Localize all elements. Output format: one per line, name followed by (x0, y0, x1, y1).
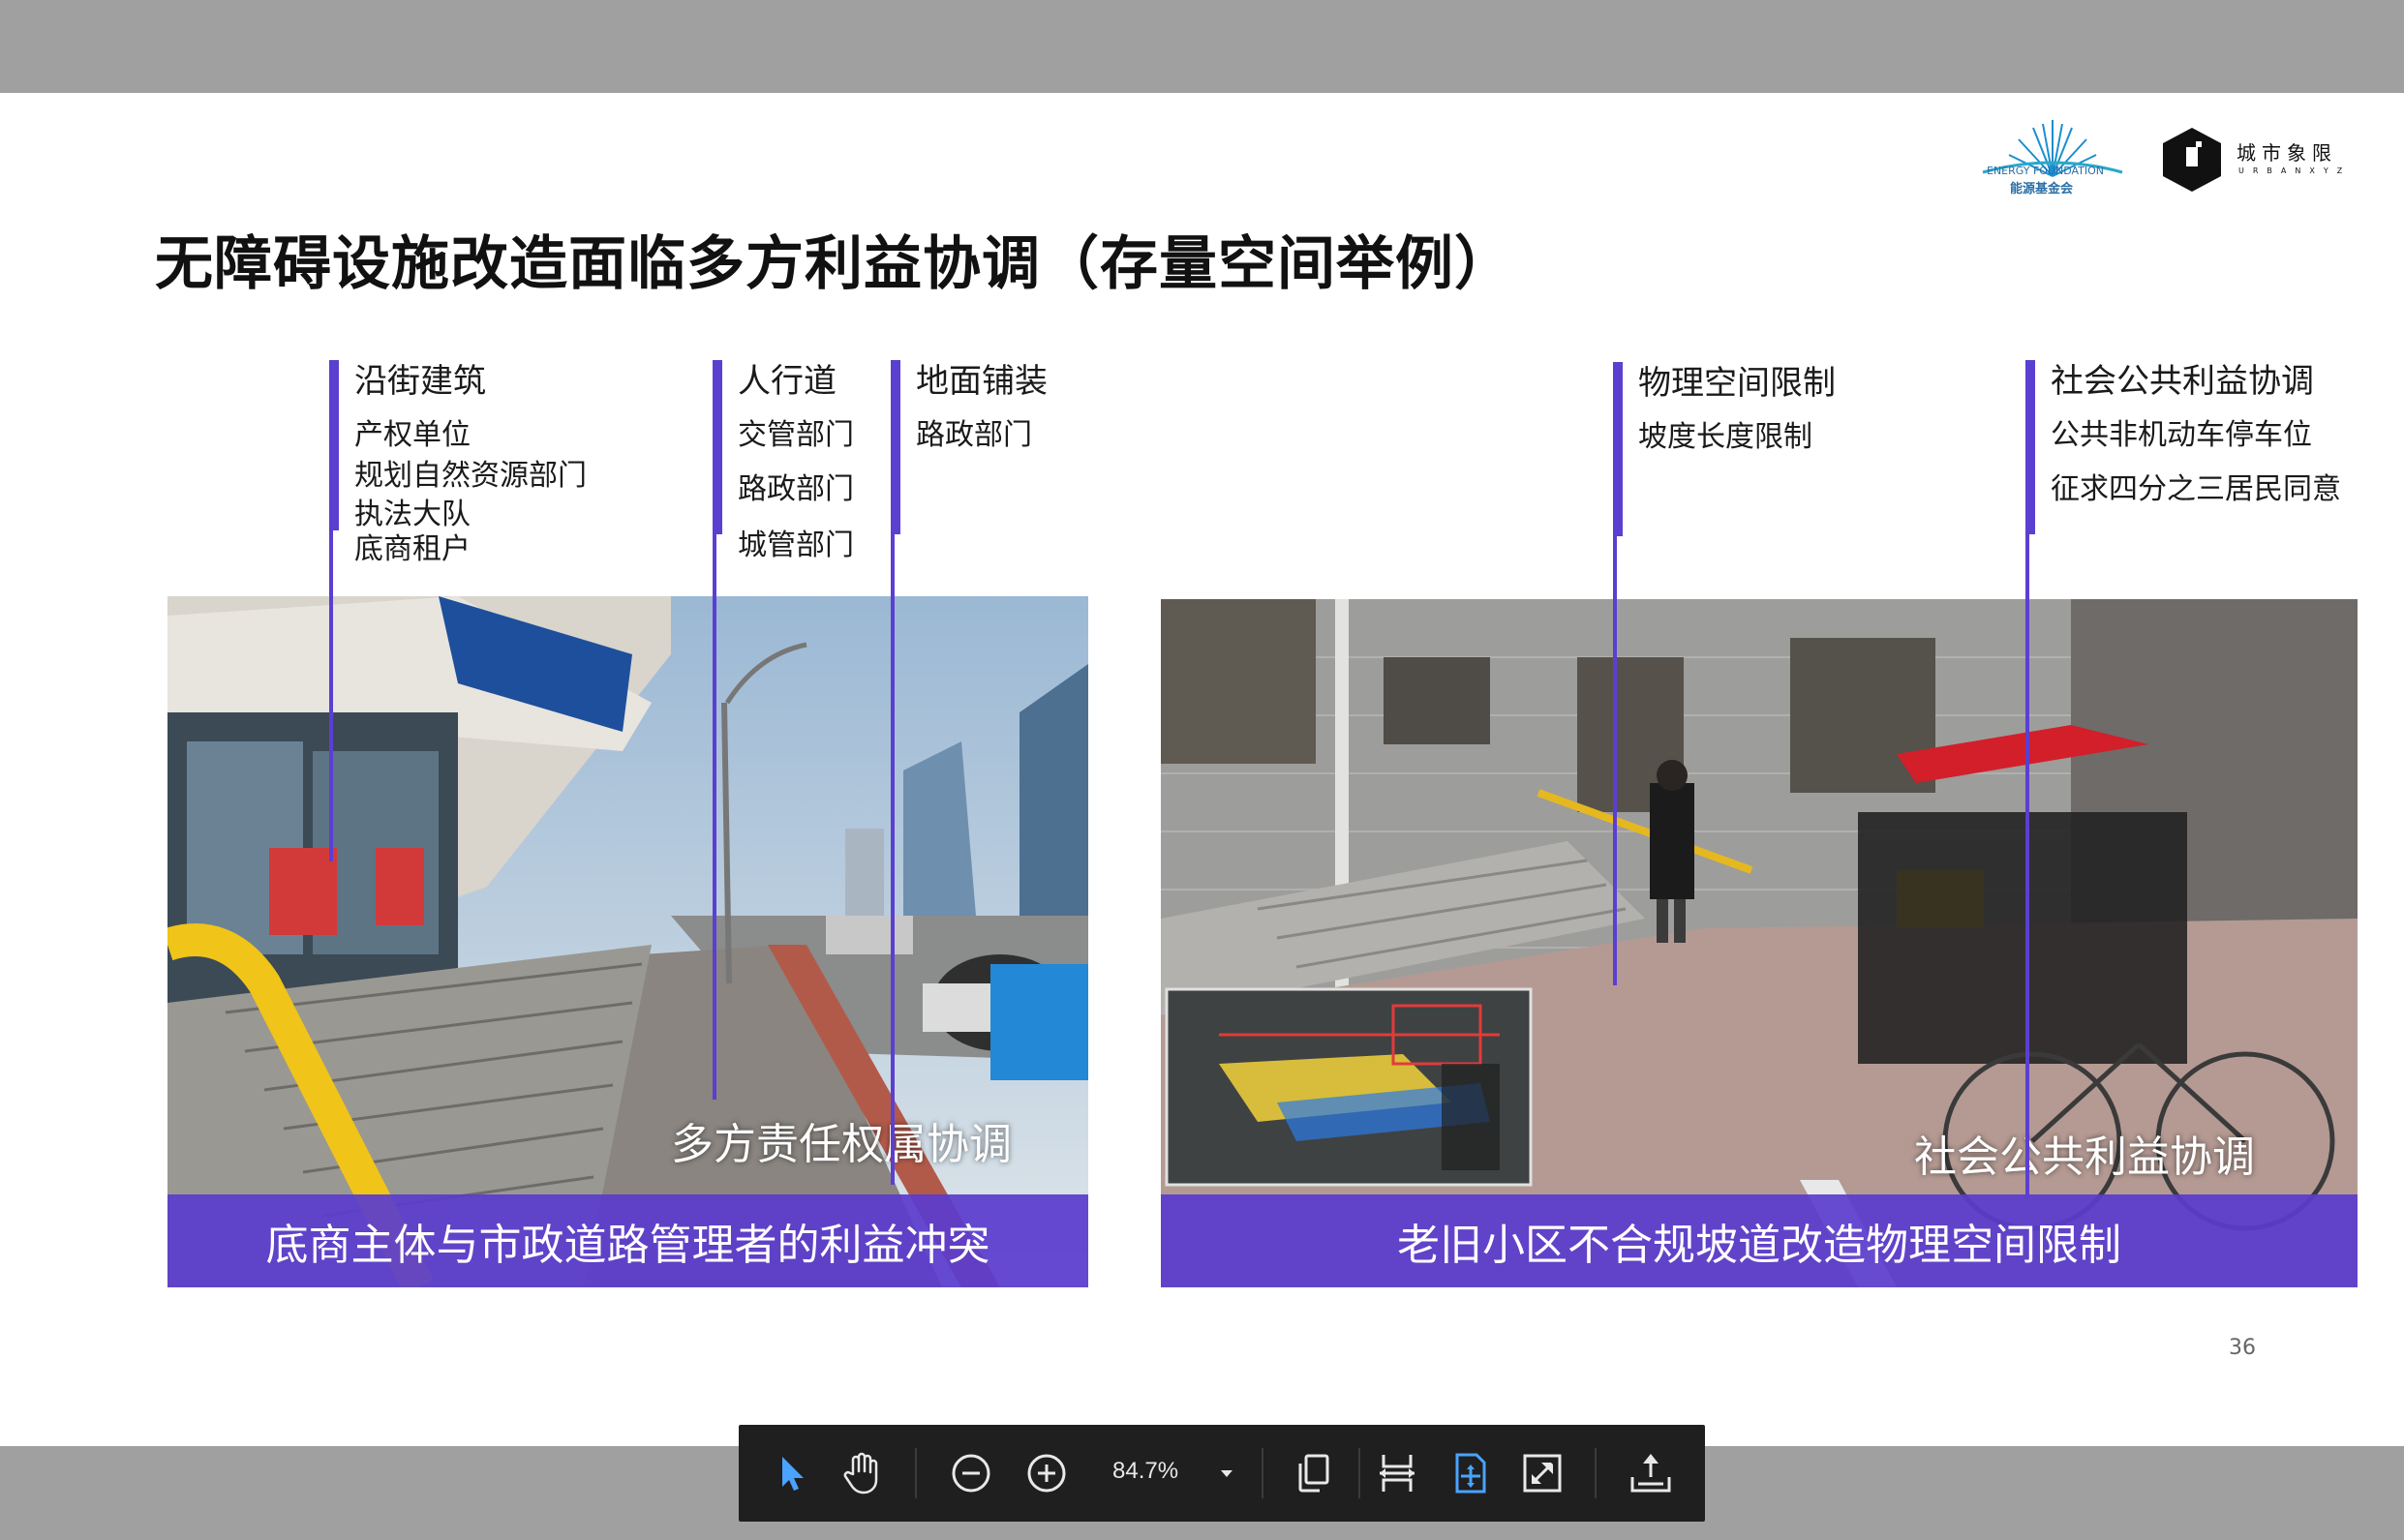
annotation-item: 城管部门 (738, 528, 854, 562)
fullscreen-icon (1523, 1454, 1562, 1493)
toolbar-separator (1262, 1448, 1263, 1498)
toolbar-separator (1595, 1448, 1597, 1498)
zoom-out-button[interactable] (944, 1446, 998, 1500)
photo-left-overlay: 多方责任权属协调 (671, 1120, 1012, 1169)
energy-foundation-cn: 能源基金会 (2010, 182, 2074, 196)
fit-page-icon (1455, 1453, 1486, 1494)
upload-icon (1630, 1454, 1671, 1493)
annotation-title: 人行道 (738, 362, 837, 401)
connector-line (713, 530, 716, 1100)
annotation-title: 地面铺装 (916, 362, 1048, 401)
slide-title: 无障碍设施改造面临多方利益协调（存量空间举例） (155, 230, 1513, 298)
photo-right-overlay: 社会公共利益协调 (1914, 1132, 2255, 1182)
annotation-title: 沿街建筑 (354, 362, 486, 401)
zoom-out-icon (952, 1454, 990, 1493)
annotation-item: 规划自然资源部门 (354, 459, 587, 493)
caret-down-icon (1221, 1470, 1232, 1477)
zoom-in-button[interactable] (1019, 1446, 1074, 1500)
energy-foundation-en: ENERGY FOUNDATION (1987, 165, 2105, 177)
viewer-toolbar: 84.7% (739, 1425, 1705, 1522)
photo-left-caption: 底商主体与市政道路管理者的利益冲突 (167, 1194, 1088, 1287)
connector-line (329, 530, 333, 861)
hand-icon (843, 1452, 878, 1495)
annotation-item: 底商租户 (354, 532, 471, 566)
urbanxyz-cn: 城市象限 (2237, 141, 2337, 165)
page-view-button[interactable] (1287, 1446, 1341, 1500)
annotation-sidewalk: 人行道 交管部门 路政部门 城管部门 (713, 360, 867, 562)
photo-right-caption: 老旧小区不合规坡道改造物理空间限制 (1161, 1194, 2358, 1287)
ramp-illustration (1161, 599, 2358, 1287)
pages-icon (1298, 1454, 1329, 1493)
toolbar-separator (915, 1448, 917, 1498)
annotation-bar (2025, 360, 2035, 534)
fit-width-button[interactable] (1370, 1446, 1424, 1500)
urbanxyz-en: URBANXYZ (2238, 166, 2352, 175)
toolbar-separator (1358, 1448, 1360, 1498)
fit-page-button[interactable] (1444, 1446, 1498, 1500)
zoom-level[interactable]: 84.7% (1112, 1458, 1178, 1485)
zoom-dropdown-button[interactable] (1207, 1446, 1246, 1500)
annotation-bar (1613, 362, 1623, 536)
annotation-item: 路政部门 (916, 418, 1032, 452)
photo-storefront-sidewalk: 多方责任权属协调 底商主体与市政道路管理者的利益冲突 (167, 596, 1088, 1287)
annotation-bar (713, 360, 722, 534)
annotation-title: 社会公共利益协调 (2051, 362, 2314, 401)
annotation-bar (329, 360, 339, 530)
export-button[interactable] (1624, 1446, 1678, 1500)
hand-tool-button[interactable] (836, 1446, 890, 1500)
annotation-public: 社会公共利益协调 公共非机动车停车位 征求四分之三居民同意 (2025, 360, 2374, 534)
slide: ENERGY FOUNDATION 能源基金会 城市象限 URBANXYZ 无障… (0, 93, 2404, 1446)
fullscreen-button[interactable] (1515, 1446, 1569, 1500)
annotation-street-building: 沿街建筑 产权单位 规划自然资源部门 执法大队 底商租户 (329, 360, 658, 566)
urbanxyz-logo (2163, 128, 2221, 192)
connector-line (891, 530, 895, 1185)
storefront-illustration (167, 596, 1088, 1287)
annotation-item: 产权单位 (354, 418, 471, 452)
annotation-item: 公共非机动车停车位 (2051, 418, 2312, 452)
fit-width-icon (1380, 1455, 1415, 1492)
connector-line (1613, 530, 1617, 985)
annotation-physical: 物理空间限制 坡度长度限制 (1613, 362, 1865, 536)
annotation-item: 路政部门 (738, 472, 854, 506)
annotation-item: 征求四分之三居民同意 (2051, 472, 2341, 506)
annotation-bar (891, 360, 900, 534)
cursor-arrow-icon (782, 1457, 804, 1491)
annotation-paving: 地面铺装 路政部门 (891, 360, 1084, 534)
connector-line (2025, 530, 2029, 1198)
annotation-item: 交管部门 (738, 418, 854, 452)
annotation-item: 坡度长度限制 (1638, 420, 1812, 454)
annotation-title: 物理空间限制 (1638, 364, 1836, 403)
page-number: 36 (2229, 1336, 2256, 1360)
select-tool-button[interactable] (766, 1446, 820, 1500)
zoom-in-icon (1027, 1454, 1066, 1493)
photo-residential-ramp: 社会公共利益协调 老旧小区不合规坡道改造物理空间限制 (1161, 599, 2358, 1287)
